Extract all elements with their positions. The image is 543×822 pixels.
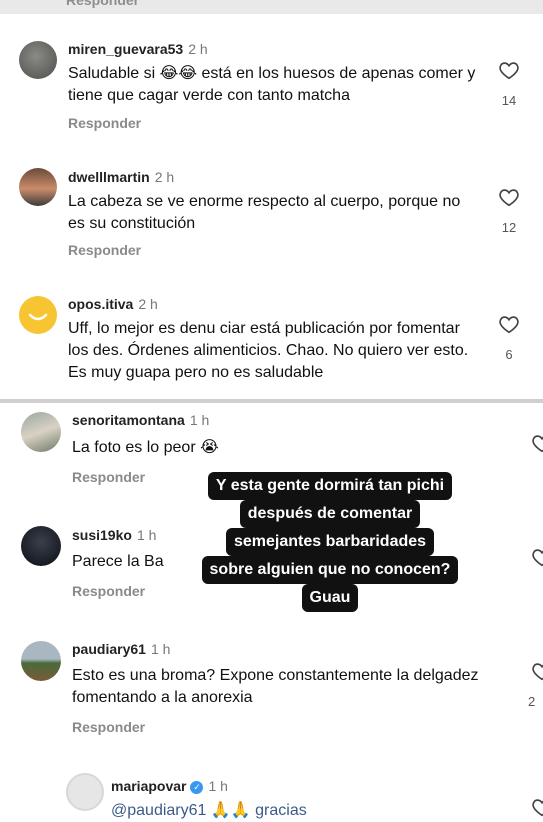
comment-username[interactable]: mariapovar ✓ 1 h bbox=[111, 778, 228, 794]
heart-outline-icon[interactable] bbox=[498, 313, 520, 335]
smile-icon bbox=[28, 313, 48, 321]
verified-badge-icon: ✓ bbox=[190, 780, 204, 794]
overlay-line: sobre alguien que no conocen? bbox=[201, 556, 459, 584]
comment-text: La foto es lo peor 😭 bbox=[72, 439, 219, 456]
comment-text: La cabeza se ve enorme respecto al cuerp… bbox=[68, 193, 461, 232]
heart-outline-icon[interactable] bbox=[531, 432, 543, 454]
comment-username[interactable]: miren_guevara53 2 h bbox=[68, 41, 208, 57]
heart-outline-icon[interactable] bbox=[531, 660, 543, 682]
avatar[interactable] bbox=[19, 168, 57, 206]
reply-button[interactable]: Responder bbox=[72, 583, 145, 599]
like-count: 12 bbox=[501, 220, 517, 235]
overlay-line: después de comentar bbox=[239, 500, 421, 528]
comment-username[interactable]: susi19ko 1 h bbox=[72, 527, 156, 543]
heart-outline-icon[interactable] bbox=[498, 186, 520, 208]
comment-username[interactable]: senoritamontana 1 h bbox=[72, 412, 209, 428]
comment-time: 2 h bbox=[138, 296, 158, 312]
comment-time: 1 h bbox=[189, 412, 210, 428]
comment-username[interactable]: dwelllmartin 2 h bbox=[68, 169, 174, 185]
overlay-line: semejantes barbaridades bbox=[225, 528, 435, 556]
reply-button[interactable]: Responder bbox=[72, 719, 145, 735]
reply-button[interactable]: Responder bbox=[72, 469, 145, 485]
reply-button[interactable]: Responder bbox=[68, 242, 141, 258]
avatar[interactable] bbox=[66, 773, 104, 811]
comment-time: 2 h bbox=[188, 41, 208, 57]
previous-comment-strip: Responder bbox=[0, 0, 543, 14]
reply-button[interactable]: Responder bbox=[68, 115, 141, 131]
overlay-line: Guau bbox=[301, 584, 359, 612]
screenshot-seam bbox=[0, 399, 543, 403]
heart-outline-icon[interactable] bbox=[531, 796, 543, 818]
avatar[interactable] bbox=[19, 41, 57, 79]
comment-time: 1 h bbox=[136, 527, 157, 543]
comment-text: @paudiary61 🙏🙏 gracias bbox=[111, 802, 307, 819]
avatar[interactable] bbox=[19, 296, 57, 334]
avatar[interactable] bbox=[21, 526, 61, 566]
comment-time: 1 h bbox=[150, 641, 171, 657]
like-count: 2 bbox=[528, 694, 536, 709]
comment-username[interactable]: paudiary61 1 h bbox=[72, 641, 170, 657]
avatar[interactable] bbox=[21, 412, 61, 452]
avatar[interactable] bbox=[21, 641, 61, 681]
comment-text: Esto es una broma? Expone constantemente… bbox=[72, 667, 479, 706]
previous-reply-link[interactable]: Responder bbox=[66, 0, 139, 8]
heart-outline-icon[interactable] bbox=[498, 59, 520, 81]
comment-time: 2 h bbox=[154, 169, 175, 185]
like-count: 14 bbox=[501, 93, 517, 108]
comment-time: 1 h bbox=[208, 778, 228, 794]
comment-text: Uff, lo mejor es denu ciar está publicac… bbox=[68, 320, 469, 381]
comment-username[interactable]: opos.itiva 2 h bbox=[68, 296, 158, 312]
heart-outline-icon[interactable] bbox=[531, 546, 543, 568]
like-count: 6 bbox=[505, 347, 513, 362]
story-text-overlay: Y esta gente dormirá tan pichi después d… bbox=[172, 472, 488, 612]
overlay-line: Y esta gente dormirá tan pichi bbox=[207, 472, 453, 500]
comment-text: Saludable si 😂😂 está en los huesos de ap… bbox=[68, 65, 476, 104]
